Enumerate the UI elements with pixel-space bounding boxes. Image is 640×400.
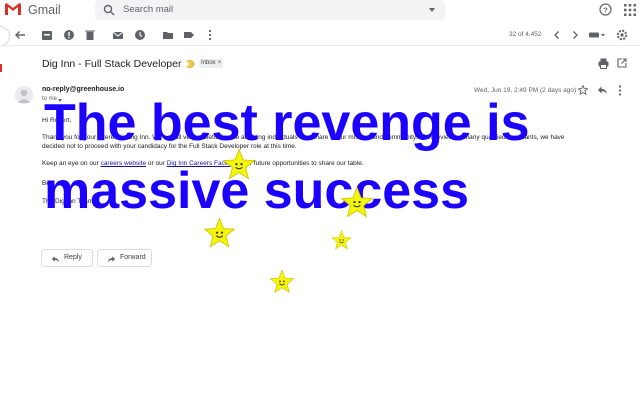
input-tools-icon[interactable] [588, 29, 606, 41]
mark-unread-icon[interactable] [112, 29, 124, 41]
smiling-star-icon [269, 269, 295, 293]
forward-arrow-icon [107, 256, 116, 263]
open-new-window-icon[interactable] [617, 58, 627, 68]
search-options-icon[interactable] [429, 8, 435, 12]
back-arrow-icon[interactable] [14, 29, 26, 41]
forward-button[interactable]: Forward [97, 249, 152, 267]
top-bar: Gmail Search mail ? [0, 0, 640, 22]
email-date: Wed, Jun 19, 2:49 PM (2 days ago) [474, 87, 577, 94]
person-icon [17, 89, 31, 103]
search-bar[interactable]: Search mail [95, 0, 445, 20]
reply-label: Reply [64, 254, 82, 261]
search-input[interactable]: Search mail [123, 4, 173, 15]
snooze-icon[interactable] [134, 29, 146, 41]
gmail-logo-icon[interactable] [5, 3, 21, 15]
report-spam-icon[interactable] [63, 29, 75, 41]
smiling-star-icon [331, 230, 352, 250]
svg-text:?: ? [603, 5, 608, 14]
reply-icon[interactable] [597, 85, 608, 95]
smiling-star-icon [340, 186, 374, 218]
overlay-caption-line-2: massive success [44, 162, 470, 220]
apps-grid-icon[interactable] [624, 4, 636, 16]
importance-marker-icon[interactable] [186, 60, 196, 68]
message-toolbar: 32 of 4,452 [0, 24, 640, 46]
smiling-star-icon [203, 217, 236, 248]
search-icon[interactable] [103, 4, 115, 16]
sidebar-accent [0, 64, 2, 72]
sender-email[interactable]: no-reply@greenhouse.io [42, 86, 124, 93]
smiling-star-icon [222, 148, 256, 180]
remove-label-icon[interactable]: × [218, 60, 222, 66]
move-to-icon[interactable] [162, 29, 174, 41]
brand-name[interactable]: Gmail [28, 3, 61, 17]
more-actions-icon[interactable] [204, 29, 216, 41]
message-count: 32 of 4,452 [509, 31, 542, 38]
star-toggle-icon[interactable] [578, 85, 588, 95]
reply-button[interactable]: Reply [41, 249, 93, 267]
delete-icon[interactable] [84, 29, 96, 41]
print-icon[interactable] [598, 58, 609, 69]
more-vertical-icon[interactable] [618, 85, 622, 96]
archive-icon[interactable] [41, 29, 53, 41]
label-icon[interactable] [183, 29, 195, 41]
email-subject: Dig Inn - Full Stack Developer [42, 58, 182, 70]
reply-arrow-icon [51, 256, 60, 263]
help-icon[interactable]: ? [599, 3, 612, 16]
forward-label: Forward [120, 254, 146, 261]
newer-chevron-icon[interactable] [551, 29, 563, 41]
sender-avatar[interactable] [15, 86, 33, 104]
inbox-label-badge[interactable]: Inbox × [199, 59, 224, 68]
older-chevron-icon[interactable] [569, 29, 581, 41]
settings-gear-icon[interactable] [616, 29, 628, 41]
overlay-caption-line-1: The best revenge is [44, 94, 530, 152]
